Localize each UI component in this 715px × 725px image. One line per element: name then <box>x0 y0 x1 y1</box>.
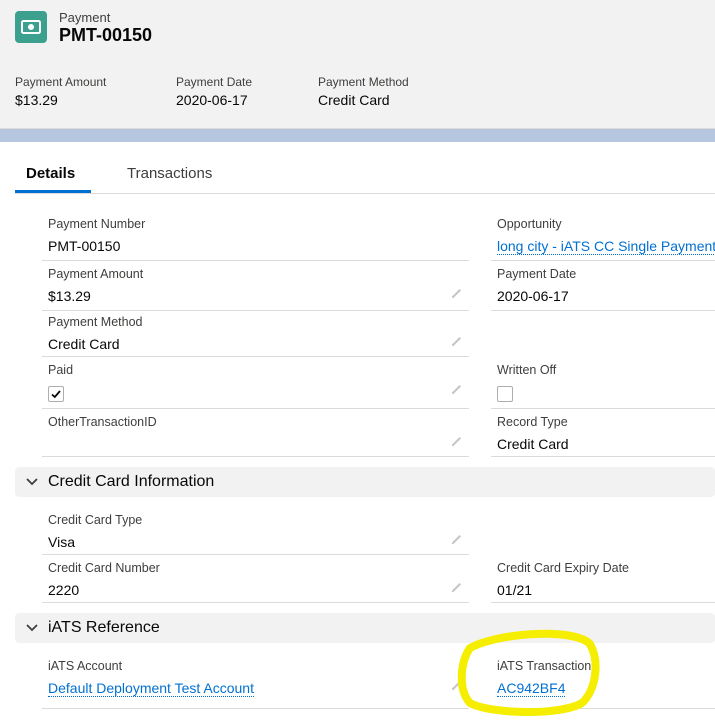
paid-checkbox[interactable] <box>48 386 64 402</box>
field-iats-account: iATS Account Default Deployment Test Acc… <box>48 659 254 697</box>
field-divider <box>42 356 469 357</box>
field-label: Payment Amount <box>48 267 144 281</box>
field-value: 01/21 <box>497 582 533 598</box>
field-payment-date: Payment Date 2020-06-17 <box>497 267 576 305</box>
header-field-label: Payment Date <box>176 75 253 89</box>
field-divider <box>491 310 715 311</box>
field-record-type: Record Type Credit Card <box>497 415 569 453</box>
field-written-off: Written Off <box>497 363 556 377</box>
iats-transaction-link-text[interactable]: AC942BF4 <box>497 680 566 697</box>
tab-details[interactable]: Details <box>26 165 75 182</box>
section-title: Credit Card Information <box>48 473 215 490</box>
chevron-down-icon <box>26 624 38 632</box>
field-divider <box>491 260 715 261</box>
header-field-value: 2020-06-17 <box>176 92 248 108</box>
field-label: iATS Account <box>48 659 123 673</box>
edit-pencil-icon[interactable] <box>450 580 464 594</box>
field-label: Payment Method <box>48 315 143 329</box>
tab-transactions[interactable]: Transactions <box>127 165 212 182</box>
field-label: Written Off <box>497 363 557 377</box>
page-background-band <box>0 129 715 142</box>
field-label: Opportunity <box>497 217 562 231</box>
field-label: Paid <box>48 363 74 377</box>
field-payment-method: Payment Method Credit Card <box>48 315 143 353</box>
chevron-down-icon <box>26 478 38 486</box>
field-label: Credit Card Expiry Date <box>497 561 629 575</box>
field-divider <box>42 708 469 709</box>
record-header: Payment PMT-00150 Payment Amount $13.29 … <box>0 0 715 129</box>
edit-pencil-icon[interactable] <box>450 434 464 448</box>
section-credit-card-information[interactable]: Credit Card Information <box>15 467 715 497</box>
active-tab-indicator <box>15 190 91 193</box>
field-value: Visa <box>48 534 75 550</box>
field-divider <box>42 554 469 555</box>
iats-transaction-link[interactable]: AC942BF4 <box>497 680 591 697</box>
header-field-label: Payment Method <box>318 75 409 89</box>
edit-pencil-icon[interactable] <box>450 532 464 546</box>
field-divider <box>491 708 715 709</box>
edit-pencil-icon[interactable] <box>450 678 464 692</box>
payment-icon <box>15 11 47 43</box>
field-payment-amount: Payment Amount $13.29 <box>48 267 143 305</box>
field-divider <box>42 260 469 261</box>
header-field-value: Credit Card <box>318 92 390 108</box>
field-divider <box>42 408 469 409</box>
section-title: iATS Reference <box>48 619 160 636</box>
field-label: Payment Date <box>497 267 577 281</box>
field-value: Credit Card <box>497 436 569 452</box>
field-other-transaction-id: OtherTransactionID <box>48 415 157 436</box>
field-value: $13.29 <box>48 288 91 304</box>
field-divider <box>491 456 715 457</box>
section-iats-reference[interactable]: iATS Reference <box>15 613 715 643</box>
opportunity-link[interactable]: long city - iATS CC Single Payment <box>497 238 715 255</box>
iats-account-link[interactable]: Default Deployment Test Account <box>48 680 254 697</box>
field-divider <box>491 602 715 603</box>
record-name: PMT-00150 <box>59 25 153 45</box>
field-credit-card-expiry-date: Credit Card Expiry Date 01/21 <box>497 561 629 599</box>
tab-bar: Details Transactions <box>15 152 715 194</box>
field-label: Credit Card Type <box>48 513 143 527</box>
iats-account-link-text[interactable]: Default Deployment Test Account <box>48 680 254 697</box>
edit-pencil-icon[interactable] <box>450 382 464 396</box>
object-label: Payment <box>59 10 111 25</box>
field-label: Payment Number <box>48 217 146 231</box>
field-divider <box>491 408 715 409</box>
header-field-payment-amount: Payment Amount $13.29 <box>15 75 106 109</box>
field-opportunity: Opportunity long city - iATS CC Single P… <box>497 217 715 255</box>
field-paid: Paid <box>48 363 73 377</box>
checkmark-icon <box>51 390 61 399</box>
header-field-value: $13.29 <box>15 92 58 108</box>
header-field-payment-date: Payment Date 2020-06-17 <box>176 75 252 109</box>
field-divider <box>42 602 469 603</box>
header-field-payment-method: Payment Method Credit Card <box>318 75 409 109</box>
field-label: Record Type <box>497 415 568 429</box>
field-divider <box>42 310 469 311</box>
header-field-label: Payment Amount <box>15 75 107 89</box>
field-value: Credit Card <box>48 336 120 352</box>
opportunity-link-text[interactable]: long city - iATS CC Single Payment <box>497 238 715 255</box>
field-label: iATS Transaction <box>497 659 592 673</box>
field-credit-card-type: Credit Card Type Visa <box>48 513 142 551</box>
field-iats-transaction: iATS Transaction AC942BF4 <box>497 659 591 697</box>
field-credit-card-number: Credit Card Number 2220 <box>48 561 160 599</box>
edit-pencil-icon[interactable] <box>450 334 464 348</box>
written-off-checkbox[interactable] <box>497 386 513 402</box>
field-label: Credit Card Number <box>48 561 160 575</box>
field-label: OtherTransactionID <box>48 415 157 429</box>
field-value: 2020-06-17 <box>497 288 569 304</box>
field-value: PMT-00150 <box>48 238 121 254</box>
edit-pencil-icon[interactable] <box>450 286 464 300</box>
field-value: 2220 <box>48 582 80 598</box>
field-divider <box>42 456 469 457</box>
field-payment-number: Payment Number PMT-00150 <box>48 217 145 255</box>
